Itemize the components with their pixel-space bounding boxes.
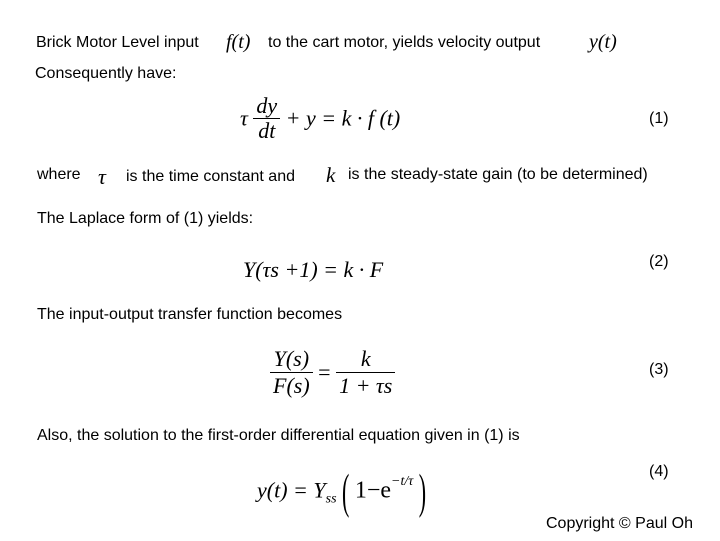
equation-4-number: (4): [649, 463, 669, 480]
laplace-text: The Laplace form of (1) yields:: [37, 210, 254, 227]
eq4-exponent: −t/τ: [391, 474, 414, 489]
output-symbol: y(t): [589, 31, 617, 53]
eq3-equals: =: [318, 359, 331, 385]
eq4-lhs: y(t) = Y: [257, 477, 326, 503]
eq1-derivative-fraction: dy dt: [253, 93, 281, 143]
eq4-one-minus-e: 1−e: [354, 477, 392, 504]
eq1-rest: + y = k · f (t): [285, 105, 401, 131]
eq3-lhs-fraction: Y(s) F(s): [270, 346, 313, 399]
equation-1-number: (1): [649, 110, 669, 127]
transfer-text: The input-output transfer function becom…: [37, 306, 343, 323]
equation-1: τ dy dt + y = k · f (t): [240, 94, 400, 143]
eq4-subscript: ss: [325, 491, 337, 507]
eq3-lhs-numerator: Y(s): [273, 346, 310, 371]
where-text: where: [37, 166, 81, 183]
equation-4: y(t) = Yss ( 1−e−t/τ ): [257, 464, 426, 522]
where-tau-symbol: τ: [98, 164, 106, 189]
eq3-rhs-denominator: 1 + τs: [339, 373, 393, 398]
intro-text-before: Brick Motor Level input: [36, 34, 199, 51]
intro-text-middle: to the cart motor, yields velocity outpu…: [268, 34, 541, 51]
copyright-text: Copyright © Paul Oh: [546, 515, 693, 532]
eq1-numerator: dy: [256, 93, 278, 118]
equation-2-number: (2): [649, 253, 669, 270]
eq3-rhs-fraction: k 1 + τs: [336, 346, 396, 399]
equation-2: Y(τs +1) = k · F: [243, 257, 384, 282]
solution-text: Also, the solution to the first-order di…: [37, 427, 520, 444]
eq3-lhs-denominator: F(s): [273, 373, 310, 398]
time-constant-text: is the time constant and: [126, 168, 295, 185]
equation-3-number: (3): [649, 361, 669, 378]
eq1-tau: τ: [240, 105, 248, 131]
input-symbol: f(t): [226, 31, 251, 53]
eq1-denominator: dt: [258, 118, 276, 143]
where-k-symbol: k: [326, 163, 336, 187]
consequently-text: Consequently have:: [35, 65, 177, 82]
equation-3: Y(s) F(s) = k 1 + τs: [270, 346, 396, 399]
eq4-left-paren: (: [342, 463, 350, 519]
gain-text: is the steady-state gain (to be determin…: [348, 166, 648, 183]
eq3-rhs-numerator: k: [360, 346, 371, 371]
eq4-right-paren: ): [418, 463, 427, 519]
